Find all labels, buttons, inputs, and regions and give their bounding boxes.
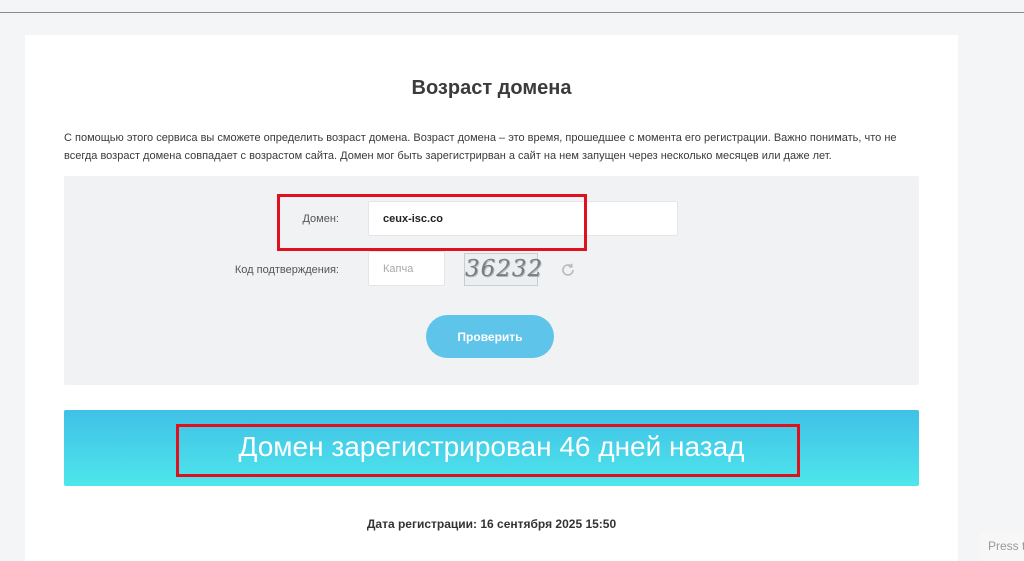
domain-highlight-box: [277, 194, 587, 251]
result-highlight-box: [176, 424, 800, 477]
top-divider: [0, 12, 1024, 13]
check-button[interactable]: Проверить: [426, 315, 554, 358]
registration-date: Дата регистрации: 16 сентября 2025 15:50: [366, 517, 617, 531]
captcha-input[interactable]: [368, 251, 445, 286]
captcha-image: 36232: [464, 253, 542, 286]
page-description: С помощью этого сервиса вы сможете опред…: [64, 132, 897, 162]
refresh-icon[interactable]: [560, 262, 576, 278]
content-card: Возраст домена С помощью этого сервиса в…: [25, 35, 958, 561]
captcha-label: Код подтверждения:: [234, 264, 339, 276]
page-title: Возраст домена: [411, 77, 572, 99]
press-overlay: Press t: [980, 531, 1024, 561]
